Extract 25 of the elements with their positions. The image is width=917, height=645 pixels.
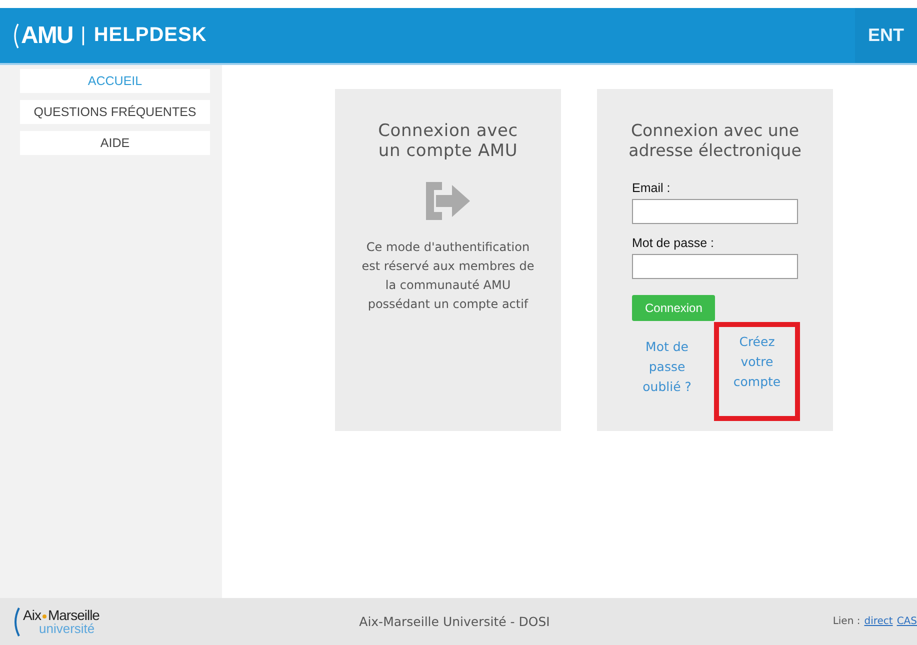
input-field[interactable] (632, 198, 798, 224)
site-title: HELPDESK (94, 24, 207, 47)
arc-icon (12, 22, 20, 48)
text-link[interactable]: Mot de passe oublié ? (635, 336, 699, 397)
text-link[interactable]: Créez votre compte (725, 332, 789, 392)
input-field[interactable] (632, 254, 798, 279)
sidebar-item[interactable]: ACCUEIL (20, 69, 210, 93)
sidebar-item[interactable]: AIDE (20, 131, 210, 155)
arc-icon (12, 606, 20, 636)
login-button[interactable]: Connexion (632, 294, 716, 321)
ent-link[interactable]: ENT (855, 8, 917, 63)
links-label: Lien : (832, 616, 860, 627)
card-description: Ce mode d'authentification est réservé aux membres de la communauté AMU possédant un compte actif (360, 238, 536, 314)
footer-link[interactable]: CAS (896, 616, 917, 627)
logo-separator: | (80, 24, 86, 47)
field-label: Mot de passe : (632, 236, 714, 250)
logo-wordmark: Aix Marseille (23, 608, 100, 622)
card-title: Connexion avec une adresse électronique (628, 121, 802, 161)
sidebar-item[interactable]: QUESTIONS FRÉQUENTES (20, 100, 210, 124)
logo-subtitle: université (38, 622, 96, 635)
amu-logo[interactable]: AMU (12, 22, 73, 50)
field-label: Email : (632, 180, 670, 195)
footer-link[interactable]: direct (864, 616, 893, 627)
footer-text: Aix-Marseille Université - DOSI (359, 614, 550, 629)
card-title: Connexion avec un compte AMU (377, 121, 519, 162)
